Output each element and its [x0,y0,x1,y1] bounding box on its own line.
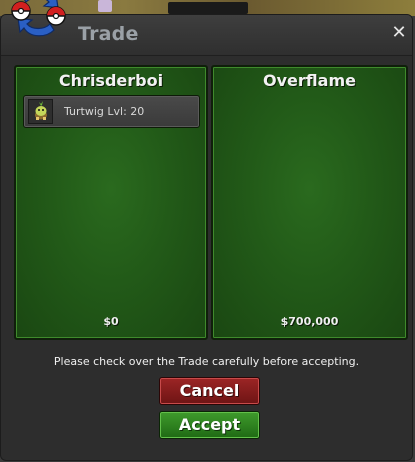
background-name-plate [168,2,248,14]
offered-pokemon-label: Turtwig Lvl: 20 [64,105,145,118]
close-button[interactable]: ✕ [390,24,408,42]
window-title: Trade [78,23,139,45]
partner-money-offer: $700,000 [280,315,339,328]
turtwig-sprite-icon [28,99,53,124]
cancel-button[interactable]: Cancel [159,377,260,405]
accept-button[interactable]: Accept [159,411,260,439]
partner-offer-panel: Overflame $700,000 [211,65,408,340]
trade-arrows-icon [4,0,72,48]
your-player-name: Chrisderboi [58,71,164,90]
close-icon: ✕ [391,22,407,43]
your-money-offer: $0 [103,315,119,328]
partner-player-name: Overflame [263,71,356,90]
trade-warning-text: Please check over the Trade carefully be… [53,355,360,368]
background-character [98,0,112,12]
trade-window: Trade ✕ Chrisderboi Turtwig Lvl: 20 $0 O… [0,14,413,461]
offered-pokemon-slot[interactable]: Turtwig Lvl: 20 [23,95,200,128]
your-offer-panel: Chrisderboi Turtwig Lvl: 20 $0 [14,65,208,340]
